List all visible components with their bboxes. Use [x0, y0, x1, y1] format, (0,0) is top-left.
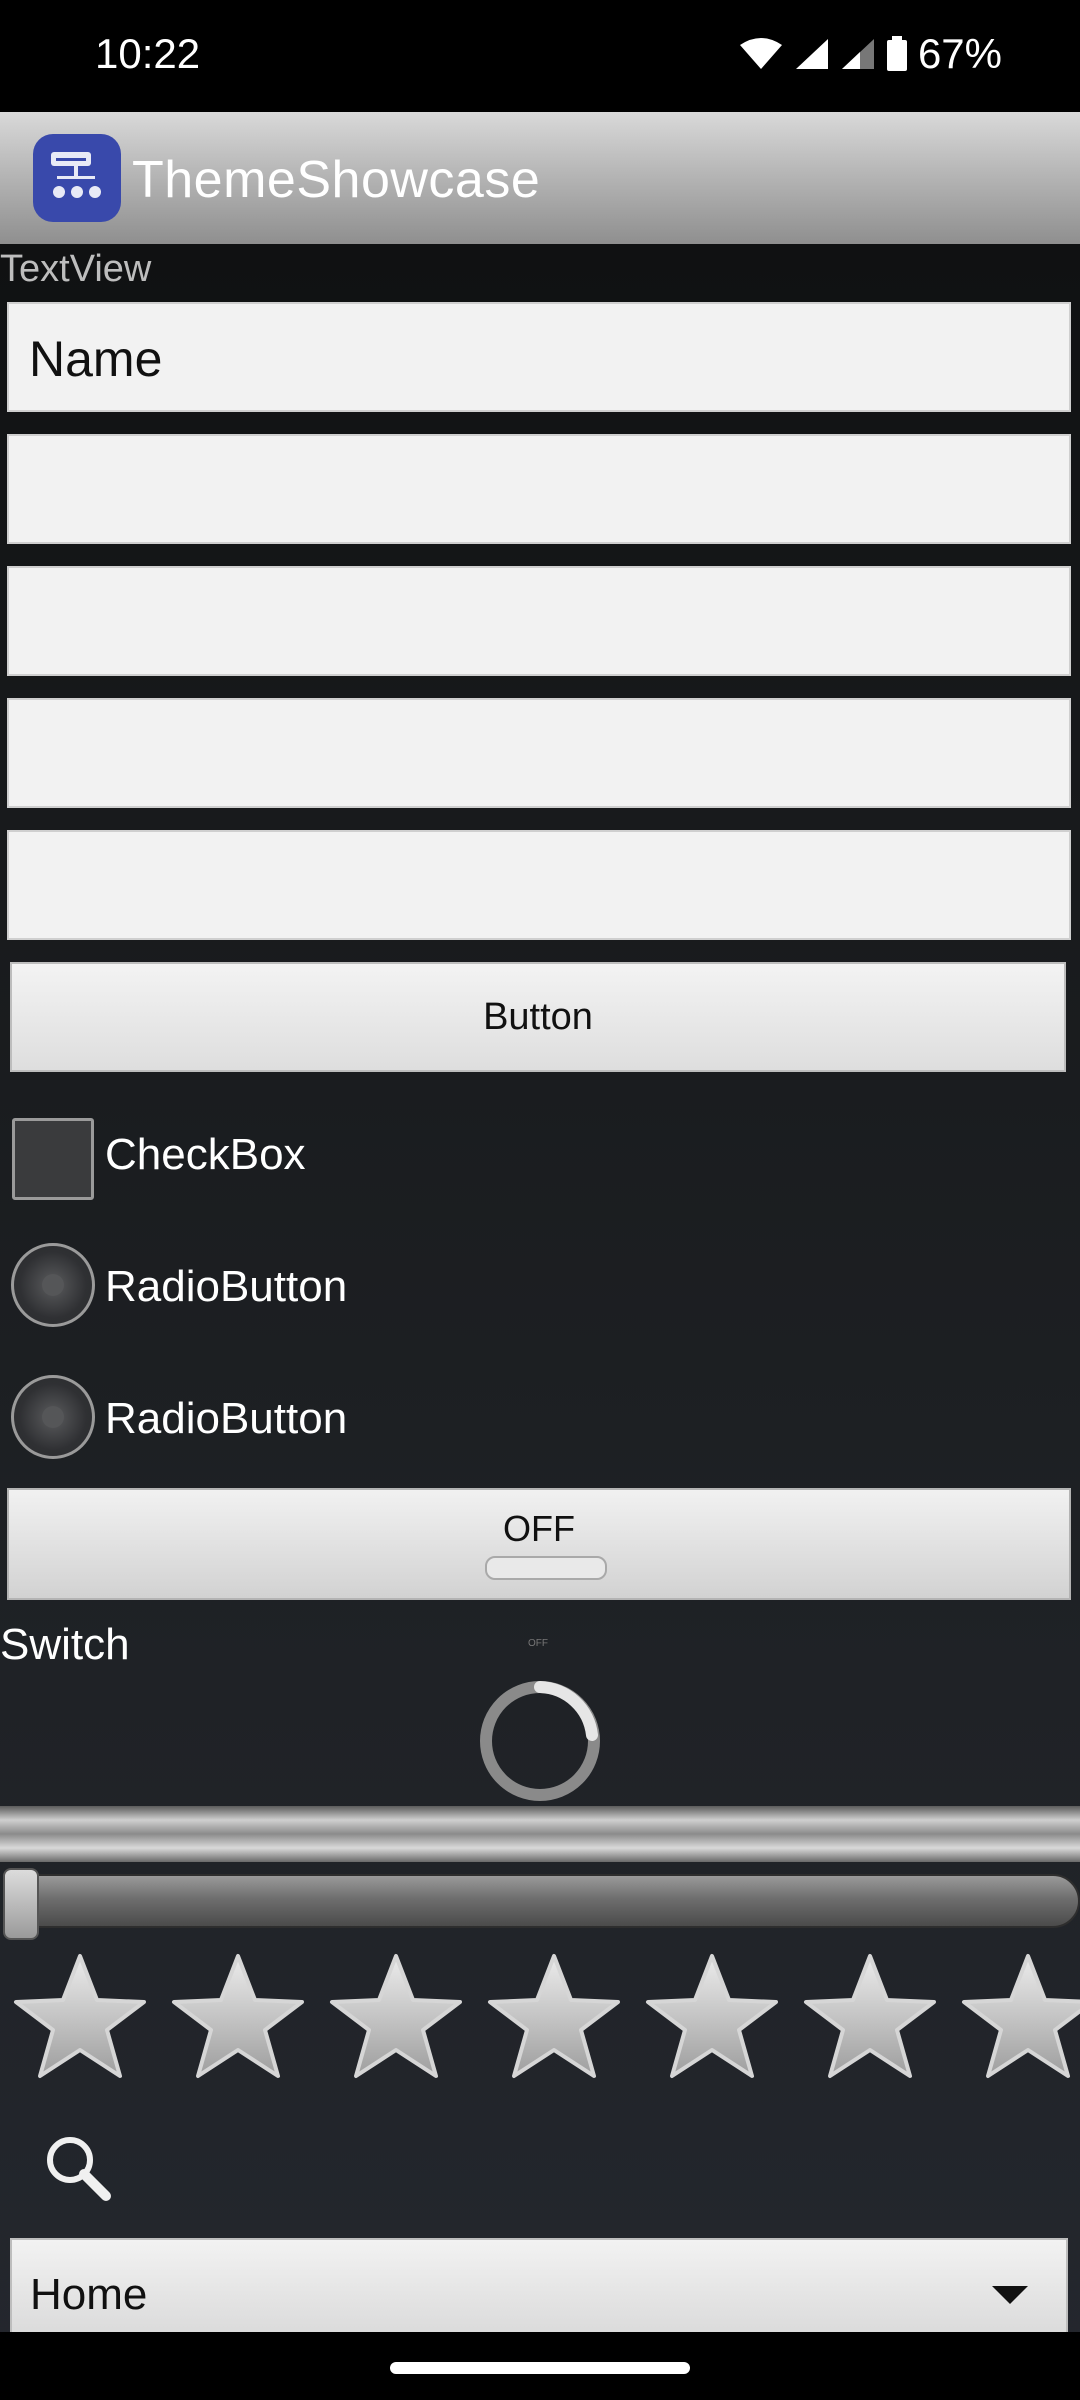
- status-icons: 67%: [738, 30, 1002, 78]
- dropdown-arrow-icon: [992, 2286, 1028, 2304]
- home-gesture-pill[interactable]: [390, 2362, 690, 2374]
- text-field-2[interactable]: [7, 434, 1071, 544]
- rating-star[interactable]: [640, 1950, 784, 2086]
- name-field[interactable]: Name: [7, 302, 1071, 412]
- rating-bar[interactable]: [8, 1950, 1080, 2090]
- rating-star[interactable]: [324, 1950, 468, 2086]
- search-icon[interactable]: [40, 2130, 118, 2208]
- checkbox-label[interactable]: CheckBox: [105, 1130, 306, 1180]
- signal-icon-2: [841, 39, 874, 69]
- toggle-indicator: [485, 1556, 607, 1580]
- toggle-button-label: OFF: [503, 1508, 575, 1549]
- rating-star[interactable]: [956, 1950, 1080, 2086]
- app-bar: ThemeShowcase: [0, 112, 1080, 244]
- radio-button-2[interactable]: [11, 1375, 95, 1459]
- wifi-icon: [739, 38, 782, 69]
- rating-star[interactable]: [8, 1950, 152, 2086]
- status-time: 10:22: [95, 30, 201, 77]
- rating-star[interactable]: [798, 1950, 942, 2086]
- textview-label: TextView: [0, 248, 152, 290]
- rating-star[interactable]: [482, 1950, 626, 2086]
- main-button[interactable]: Button: [10, 962, 1066, 1072]
- signal-icon: [795, 39, 828, 69]
- horizontal-progress-bar: [0, 1806, 1080, 1862]
- radio-button-1[interactable]: [11, 1243, 95, 1327]
- app-title: ThemeShowcase: [132, 151, 541, 209]
- seekbar-thumb[interactable]: [3, 1868, 39, 1940]
- toggle-button[interactable]: OFF: [7, 1488, 1071, 1600]
- text-field-3[interactable]: [7, 566, 1071, 676]
- radio-button-1-label[interactable]: RadioButton: [105, 1262, 347, 1312]
- status-bar: 10:22 67%: [0, 0, 1080, 112]
- text-field-5[interactable]: [7, 830, 1071, 940]
- radio-button-2-label[interactable]: RadioButton: [105, 1394, 347, 1444]
- checkbox[interactable]: [12, 1118, 94, 1200]
- name-field-text: Name: [29, 331, 163, 387]
- switch-label: Switch: [0, 1620, 130, 1669]
- app-logo-graphic: [51, 152, 101, 198]
- app-logo-icon: [33, 134, 121, 222]
- switch-state[interactable]: OFF: [528, 1638, 548, 1649]
- battery-icon: [886, 36, 907, 71]
- seekbar-track[interactable]: [10, 1874, 1080, 1928]
- battery-percentage: 67%: [917, 30, 1002, 77]
- progress-spinner: [480, 1681, 600, 1801]
- spinner-selected-value: Home: [30, 2270, 148, 2319]
- text-field-4[interactable]: [7, 698, 1071, 808]
- rating-star[interactable]: [166, 1950, 310, 2086]
